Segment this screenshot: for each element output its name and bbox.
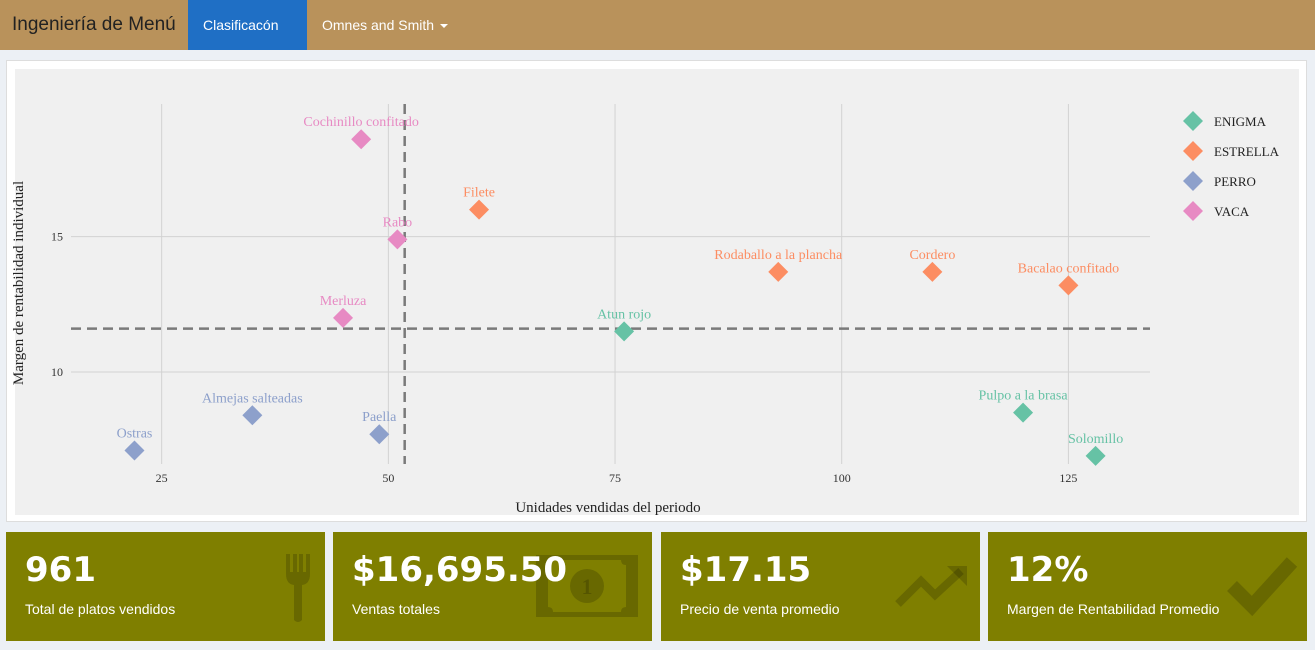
tab-omnes-smith[interactable]: Omnes and Smith	[307, 0, 463, 50]
point-label: Merluza	[320, 294, 367, 309]
point-label: Ostras	[117, 426, 153, 441]
x-tick-label: 125	[1059, 471, 1077, 485]
y-tick-label: 10	[51, 365, 63, 379]
point-label: Atun rojo	[597, 307, 651, 322]
point-label: Filete	[463, 186, 495, 201]
value-box-total-sales: $16,695.50 Ventas totales 1	[333, 532, 652, 641]
point-label: Cochinillo confitado	[303, 115, 418, 130]
x-tick-label: 25	[156, 471, 168, 485]
x-tick-label: 50	[382, 471, 394, 485]
x-tick-label: 75	[609, 471, 621, 485]
scatter-chart[interactable]: Atun rojo Pulpo a la brasa Solomillo Filete…	[7, 61, 1306, 521]
y-tick-label: 15	[51, 230, 63, 244]
point-label: Rabo	[383, 215, 413, 230]
legend-label: PERRO	[1214, 174, 1256, 189]
app-title: Ingeniería de Menú	[12, 14, 176, 35]
value-box-label: Total de platos vendidos	[25, 601, 176, 617]
chart-panel: Atun rojo Pulpo a la brasa Solomillo Filete…	[6, 60, 1307, 522]
y-axis-label: Margen de rentabilidad individual	[11, 181, 27, 385]
value-box-value: 961	[25, 550, 96, 590]
cutlery-icon	[286, 554, 310, 622]
tab-label: Omnes and Smith	[322, 17, 435, 33]
value-box-avg-margin: 12% Margen de Rentabilidad Promedio	[988, 532, 1307, 641]
value-box-label: Precio de venta promedio	[680, 601, 840, 617]
point-label: Rodaballo a la plancha	[714, 248, 843, 263]
value-box-label: Margen de Rentabilidad Promedio	[1007, 601, 1220, 617]
value-box-value: $16,695.50	[352, 550, 568, 590]
legend-label: VACA	[1214, 204, 1250, 219]
navbar: Ingeniería de Menú Clasificacón Omnes an…	[0, 0, 1315, 79]
value-box-value: 12%	[1007, 550, 1089, 590]
checkmark-icon	[1227, 557, 1298, 616]
x-axis-label: Unidades vendidas del periodo	[515, 500, 700, 516]
value-box-value: $17.15	[680, 550, 812, 590]
point-label: Bacalao confitado	[1018, 261, 1119, 276]
value-box-avg-price: $17.15 Precio de venta promedio	[661, 532, 980, 641]
value-box-total-dishes: 961 Total de platos vendidos	[6, 532, 325, 641]
point-label: Pulpo a la brasa	[979, 389, 1069, 404]
trending-up-icon	[895, 566, 967, 607]
value-box-label: Ventas totales	[352, 601, 440, 617]
caret-down-icon	[440, 24, 449, 29]
point-label: Cordero	[909, 248, 955, 263]
point-label: Solomillo	[1068, 432, 1123, 447]
tab-clasificacion[interactable]: Clasificacón	[188, 0, 307, 79]
plot-background	[15, 69, 1299, 515]
legend-label: ESTRELLA	[1214, 144, 1280, 159]
point-label: Paella	[362, 410, 397, 425]
legend-label: ENIGMA	[1214, 114, 1267, 129]
tab-label: Clasificacón	[203, 17, 279, 33]
svg-text:1: 1	[582, 574, 593, 599]
point-label: Almejas salteadas	[202, 391, 303, 406]
x-tick-label: 100	[833, 471, 851, 485]
